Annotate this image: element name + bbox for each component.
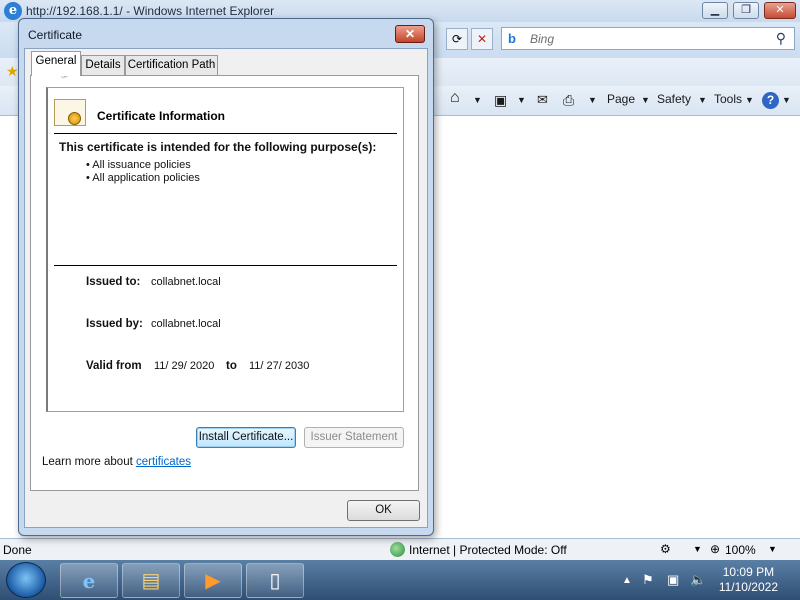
valid-from-label: Valid from [86, 360, 142, 372]
tools-menu[interactable]: Tools [714, 92, 742, 106]
certificate-info-heading: Certificate Information [97, 109, 226, 123]
certificate-seal-icon [68, 112, 81, 125]
zoom-level[interactable]: 100% [725, 543, 756, 557]
taskbar-media-player-icon[interactable]: ▶ [184, 563, 242, 598]
issued-by-value: collabnet.local [151, 318, 221, 330]
safety-dropdown-icon: ▼ [698, 95, 707, 105]
tab-details[interactable]: Details [81, 55, 125, 76]
browser-title: http://192.168.1.1/ - Windows Internet E… [26, 4, 275, 18]
mail-icon[interactable]: ✉ [537, 92, 548, 108]
browser-close-button[interactable]: ✕ [764, 2, 796, 19]
search-placeholder: Bing [530, 32, 555, 46]
safety-menu[interactable]: Safety [657, 92, 691, 106]
clock-time: 10:09 PM [722, 565, 775, 579]
network-icon[interactable]: ▣ [667, 572, 679, 588]
valid-to-label: to [226, 360, 237, 372]
show-hidden-icons-icon[interactable]: ▲ [622, 575, 632, 586]
home-dropdown-icon[interactable]: ▼ [473, 95, 482, 105]
ie-logo-icon: e [4, 2, 22, 20]
zoom-dropdown-icon[interactable]: ▼ [768, 544, 777, 554]
zoom-icon: ⊕ [710, 542, 721, 556]
refresh-icon[interactable]: ⟳ [446, 28, 468, 50]
valid-from-value: 11/ 29/ 2020 [154, 360, 215, 372]
taskbar-document-icon[interactable]: ▯ [246, 563, 304, 598]
volume-icon[interactable]: 🔈 [690, 572, 706, 588]
divider [54, 265, 397, 266]
valid-to-value: 11/ 27/ 2030 [249, 360, 310, 372]
print-dropdown-icon[interactable]: ▼ [588, 95, 597, 105]
help-dropdown-icon: ▼ [782, 95, 791, 105]
protected-mode-icon[interactable]: ⚙ [660, 542, 671, 556]
dialog-title: Certificate [28, 28, 83, 42]
certificates-link[interactable]: certificates [136, 456, 191, 468]
issuer-statement-button[interactable]: Issuer Statement [304, 427, 404, 448]
bing-logo-icon: b [508, 31, 516, 46]
security-zone[interactable]: Internet | Protected Mode: Off [409, 543, 567, 557]
stop-icon[interactable]: ✕ [471, 28, 493, 50]
issued-by-label: Issued by: [86, 318, 143, 330]
tab-general[interactable]: General [31, 51, 81, 76]
learn-more: Learn more about certificates [42, 456, 191, 468]
ok-button[interactable]: OK [347, 500, 420, 521]
issued-to-label: Issued to: [86, 276, 141, 288]
status-bar: Done Internet | Protected Mode: Off ⚙ ▼ … [0, 538, 800, 560]
status-text: Done [3, 543, 32, 557]
zone-dropdown-icon[interactable]: ▼ [693, 544, 702, 554]
tab-certification-path[interactable]: Certification Path [125, 55, 218, 76]
dialog-close-button[interactable]: ✕ [395, 25, 425, 43]
install-certificate-button[interactable]: Install Certificate... [196, 427, 296, 448]
purpose-item: • All issuance policies [86, 159, 191, 171]
help-icon[interactable]: ? [762, 92, 779, 109]
print-icon[interactable]: ⎙ [563, 92, 574, 109]
page-menu[interactable]: Page [607, 92, 635, 106]
minimize-button[interactable]: ▁ [702, 2, 728, 19]
feeds-dropdown-icon[interactable]: ▼ [517, 95, 526, 105]
search-icon[interactable]: ⚲ [776, 30, 786, 47]
action-center-flag-icon[interactable]: ⚑ [642, 572, 654, 588]
home-icon[interactable]: ⌂ [450, 89, 460, 107]
issued-to-value: collabnet.local [151, 276, 221, 288]
clock[interactable]: 10:09 PM 11/10/2022 [719, 565, 778, 595]
start-button[interactable] [6, 562, 46, 598]
tools-dropdown-icon: ▼ [745, 95, 754, 105]
taskbar-ie-icon[interactable]: e [60, 563, 118, 598]
favorites-star-icon[interactable]: ★ [6, 63, 19, 80]
learn-more-text: Learn more about [42, 456, 133, 468]
taskbar [0, 560, 800, 600]
purpose-item: • All application policies [86, 172, 200, 184]
clock-date: 11/10/2022 [718, 580, 778, 594]
maximize-button[interactable]: ❐ [733, 2, 759, 19]
taskbar-explorer-icon[interactable]: ▤ [122, 563, 180, 598]
feeds-icon[interactable]: ▣ [494, 92, 507, 109]
page-dropdown-icon: ▼ [641, 95, 650, 105]
divider [54, 133, 397, 134]
purpose-heading: This certificate is intended for the fol… [59, 140, 377, 154]
internet-zone-icon [390, 542, 405, 557]
search-input[interactable]: b Bing ⚲ [501, 27, 795, 50]
